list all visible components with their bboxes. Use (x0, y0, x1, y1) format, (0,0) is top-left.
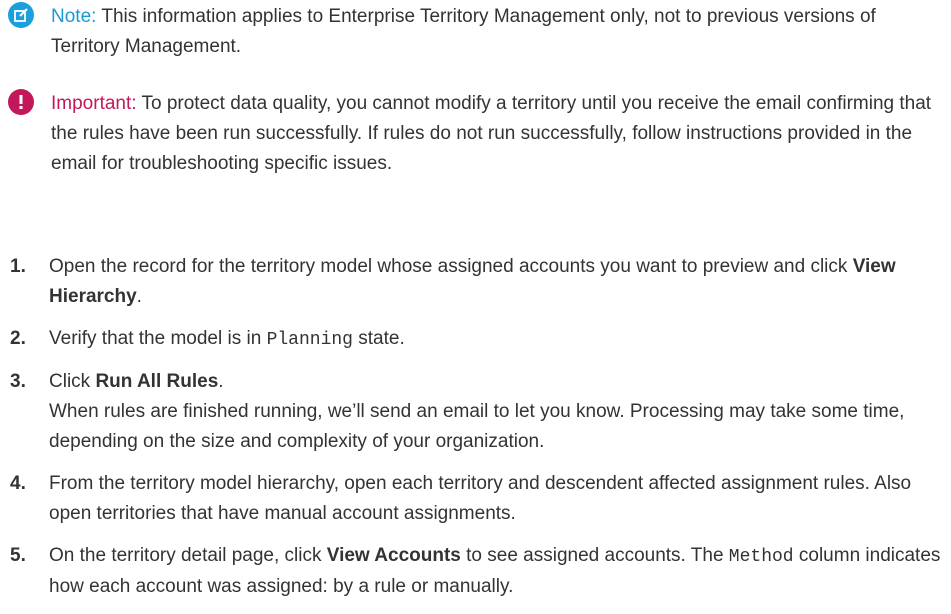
important-text: To protect data quality, you cannot modi… (51, 93, 932, 174)
code-planning: Planning (266, 330, 353, 350)
step-2: 2. Verify that the model is in Planning … (10, 324, 945, 355)
step-text-part: to see assigned accounts. The (460, 545, 729, 566)
steps-list: 1. Open the record for the territory mod… (10, 252, 945, 614)
step-text-part: Open the record for the territory model … (49, 256, 853, 277)
step-number: 4. (10, 473, 26, 494)
step-text: From the territory model hierarchy, open… (49, 473, 912, 524)
step-detail: When rules are finished running, we’ll s… (49, 401, 905, 452)
step-text-part: On the territory detail page, click (49, 545, 327, 566)
step-number: 1. (10, 256, 26, 277)
note-text: This information applies to Enterprise T… (51, 6, 876, 57)
code-method: Method (728, 547, 794, 567)
step-number: 5. (10, 545, 26, 566)
step-5: 5. On the territory detail page, click V… (10, 541, 945, 602)
ui-label-view-accounts: View Accounts (326, 545, 461, 566)
step-text-part: . (218, 371, 224, 392)
ui-label-run-all-rules: Run All Rules (95, 371, 219, 392)
exclamation-icon (8, 89, 34, 115)
step-text-part: state. (352, 328, 405, 349)
step-text: Click Run All Rules. When rules are finis… (49, 367, 945, 457)
step-text-part: Click (49, 371, 96, 392)
step-1: 1. Open the record for the territory mod… (10, 252, 945, 312)
step-4: 4. From the territory model hierarchy, o… (10, 469, 945, 529)
step-text: On the territory detail page, click View… (49, 541, 945, 602)
edit-note-icon (8, 2, 34, 28)
step-3: 3. Click Run All Rules. When rules are fi… (10, 367, 945, 457)
step-number: 3. (10, 371, 26, 392)
note-body: Note: This information applies to Enterp… (51, 2, 943, 62)
step-text-part: . (136, 286, 142, 307)
step-text: Open the record for the territory model … (49, 252, 945, 312)
important-label: Important: (51, 93, 137, 114)
important-callout: Important: To protect data quality, you … (8, 89, 943, 179)
step-text: Verify that the model is in Planning sta… (49, 324, 945, 355)
note-callout: Note: This information applies to Enterp… (8, 2, 943, 62)
step-text-part: Verify that the model is in (49, 328, 267, 349)
important-body: Important: To protect data quality, you … (51, 89, 943, 179)
note-label: Note: (51, 6, 97, 27)
step-number: 2. (10, 328, 26, 349)
